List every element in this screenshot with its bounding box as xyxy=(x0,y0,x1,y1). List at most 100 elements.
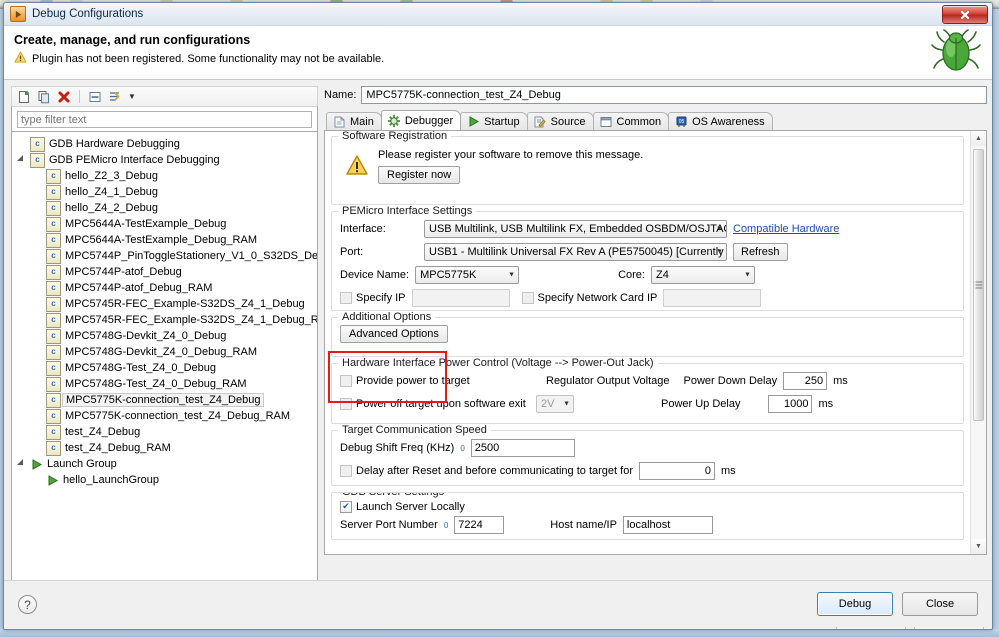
close-button[interactable]: Close xyxy=(902,592,978,616)
specify-ip-checkbox[interactable]: Specify IP xyxy=(340,292,406,304)
launch-server-locally-checkbox[interactable]: ✔ Launch Server Locally xyxy=(340,501,465,513)
delete-x-icon[interactable] xyxy=(56,89,72,105)
tree-item[interactable]: c MPC5748G-Test_Z4_0_Debug xyxy=(12,360,317,376)
tree-item[interactable]: hello_LaunchGroup xyxy=(12,472,317,488)
tree-item[interactable]: c MPC5644A-TestExample_Debug xyxy=(12,216,317,232)
svg-text:05: 05 xyxy=(679,119,685,125)
filter-icon[interactable] xyxy=(107,89,123,105)
config-name-input[interactable] xyxy=(361,86,987,104)
tree-item[interactable]: c MPC5775K-connection_test_Z4_Debug_RAM xyxy=(12,408,317,424)
tab-main[interactable]: Main xyxy=(326,112,382,130)
tree-item[interactable]: c GDB Hardware Debugging xyxy=(12,136,317,152)
question-mark-icon: ? xyxy=(24,597,31,612)
registration-content: Please register your software to remove … xyxy=(378,147,643,184)
debug-button[interactable]: Debug xyxy=(817,592,893,616)
collapse-all-icon[interactable] xyxy=(87,89,103,105)
c-file-icon: c xyxy=(46,280,61,296)
chevron-down-icon[interactable]: ▼ xyxy=(128,92,136,101)
c-file-icon: c xyxy=(46,360,61,376)
chevron-down-icon: ▼ xyxy=(508,271,516,279)
help-superscript-icon[interactable]: 0 xyxy=(444,521,448,530)
scroll-down-arrow[interactable]: ▼ xyxy=(971,539,986,554)
host-name-input[interactable]: localhost xyxy=(622,516,713,534)
debug-shift-freq-input[interactable]: 2500 xyxy=(470,439,575,457)
core-select[interactable]: Z4 ▼ xyxy=(650,266,755,284)
c-file-icon: c xyxy=(46,296,61,312)
tree-item[interactable]: c MPC5644A-TestExample_Debug_RAM xyxy=(12,232,317,248)
debug-shift-freq-value: 2500 xyxy=(474,442,500,454)
provide-power-checkbox[interactable]: Provide power to target xyxy=(340,375,540,387)
compatible-hardware-link[interactable]: Compatible Hardware xyxy=(733,223,839,235)
name-label: Name: xyxy=(324,89,357,101)
register-now-button[interactable]: Register now xyxy=(378,166,461,184)
close-window-button[interactable] xyxy=(942,5,988,24)
interface-select[interactable]: USB Multilink, USB Multilink FX, Embedde… xyxy=(424,220,727,238)
tab-os-awareness[interactable]: 05 OS Awareness xyxy=(668,112,773,130)
configurations-tree[interactable]: c GDB Hardware Debugging c GDB PEMicro Inte… xyxy=(11,132,318,582)
green-play-icon xyxy=(30,458,43,471)
tree-item[interactable]: c test_Z4_Debug xyxy=(12,424,317,440)
specify-network-card-ip-label: Specify Network Card IP xyxy=(537,292,658,304)
port-select[interactable]: USB1 - Multilink Universal FX Rev A (PE5… xyxy=(424,243,727,261)
tree-item[interactable]: c MPC5744P_PinToggleStationery_V1_0_S32DS… xyxy=(12,248,317,264)
tree-twisty-icon[interactable] xyxy=(16,155,27,165)
tree-item[interactable]: c hello_Z4_1_Debug xyxy=(12,184,317,200)
tree-twisty-icon[interactable] xyxy=(16,459,27,469)
group-title: Target Communication Speed xyxy=(338,424,491,436)
configuration-editor-pane: Name: Main xyxy=(324,86,987,612)
scrollbar-thumb[interactable] xyxy=(973,149,984,421)
tab-source[interactable]: Source xyxy=(526,112,594,130)
checkbox-box xyxy=(340,292,352,304)
c-file-icon: c xyxy=(46,312,61,328)
tree-item[interactable]: c MPC5748G-Devkit_Z4_0_Debug xyxy=(12,328,317,344)
tab-startup[interactable]: Startup xyxy=(460,112,528,130)
shift-freq-row: Debug Shift Freq (KHz) 0 2500 xyxy=(340,439,955,457)
new-config-icon[interactable] xyxy=(16,89,32,105)
tree-item[interactable]: c MPC5744P-atof_Debug xyxy=(12,264,317,280)
tree-item[interactable]: c test_Z4_Debug_RAM xyxy=(12,440,317,456)
device-name-select[interactable]: MPC5775K ▼ xyxy=(415,266,520,284)
tab-debugger[interactable]: Debugger xyxy=(380,110,462,130)
tree-item[interactable]: c MPC5775K-connection_test_Z4_Debug xyxy=(12,392,317,408)
tree-item[interactable]: Launch Group xyxy=(12,456,317,472)
specify-ip-input[interactable] xyxy=(411,289,510,307)
power-up-delay-input[interactable]: 1000 xyxy=(768,395,813,413)
tree-item[interactable]: c MPC5744P-atof_Debug_RAM xyxy=(12,280,317,296)
advanced-options-button[interactable]: Advanced Options xyxy=(340,325,448,343)
delay-after-reset-input[interactable]: 0 xyxy=(638,462,715,480)
tree-item[interactable]: c MPC5748G-Test_Z4_0_Debug_RAM xyxy=(12,376,317,392)
warning-triangle-icon xyxy=(14,51,27,66)
tree-item[interactable]: c hello_Z4_2_Debug xyxy=(12,200,317,216)
help-button[interactable]: ? xyxy=(18,595,37,614)
target-communication-speed-group: Target Communication Speed Debug Shift F… xyxy=(331,424,964,486)
specify-network-card-ip-input[interactable] xyxy=(663,289,762,307)
delay-after-reset-checkbox[interactable]: Delay after Reset and before communicati… xyxy=(340,465,633,477)
tree-item-label: Launch Group xyxy=(47,458,117,470)
group-title: GDB Server Settings xyxy=(338,493,449,498)
server-port-number-input[interactable]: 7224 xyxy=(454,516,505,534)
power-control-group: Hardware Interface Power Control (Voltag… xyxy=(331,357,964,424)
checkbox-box xyxy=(340,398,352,410)
help-superscript-icon[interactable]: 0 xyxy=(460,444,464,453)
refresh-ports-button[interactable]: Refresh xyxy=(733,243,788,261)
power-down-delay-value: 250 xyxy=(804,375,824,387)
filter-row xyxy=(11,106,318,132)
regulator-voltage-select[interactable]: 2V ▼ xyxy=(536,395,574,413)
scroll-up-arrow[interactable]: ▲ xyxy=(971,131,986,146)
settings-scrollbar[interactable]: ▲ ▼ xyxy=(970,131,986,554)
search-input[interactable] xyxy=(17,111,312,128)
c-file-icon: c xyxy=(46,184,61,200)
tree-item-label: test_Z4_Debug_RAM xyxy=(65,442,171,454)
power-off-on-exit-checkbox[interactable]: Power off target upon software exit xyxy=(340,398,530,410)
duplicate-icon[interactable] xyxy=(36,89,52,105)
tree-item[interactable]: c MPC5745R-FEC_Example-S32DS_Z4_1_Debug_R… xyxy=(12,312,317,328)
tree-item[interactable]: c GDB PEMicro Interface Debugging xyxy=(12,152,317,168)
power-down-delay-input[interactable]: 250 xyxy=(783,372,828,390)
tree-item[interactable]: c MPC5748G-Devkit_Z4_0_Debug_RAM xyxy=(12,344,317,360)
tab-common[interactable]: Common xyxy=(592,112,670,130)
tab-label: Debugger xyxy=(404,114,454,127)
specify-network-card-ip-checkbox[interactable]: Specify Network Card IP xyxy=(521,292,658,304)
tree-item[interactable]: c MPC5745R-FEC_Example-S32DS_Z4_1_Debug xyxy=(12,296,317,312)
c-file-icon: c xyxy=(30,136,45,152)
tree-item[interactable]: c hello_Z2_3_Debug xyxy=(12,168,317,184)
